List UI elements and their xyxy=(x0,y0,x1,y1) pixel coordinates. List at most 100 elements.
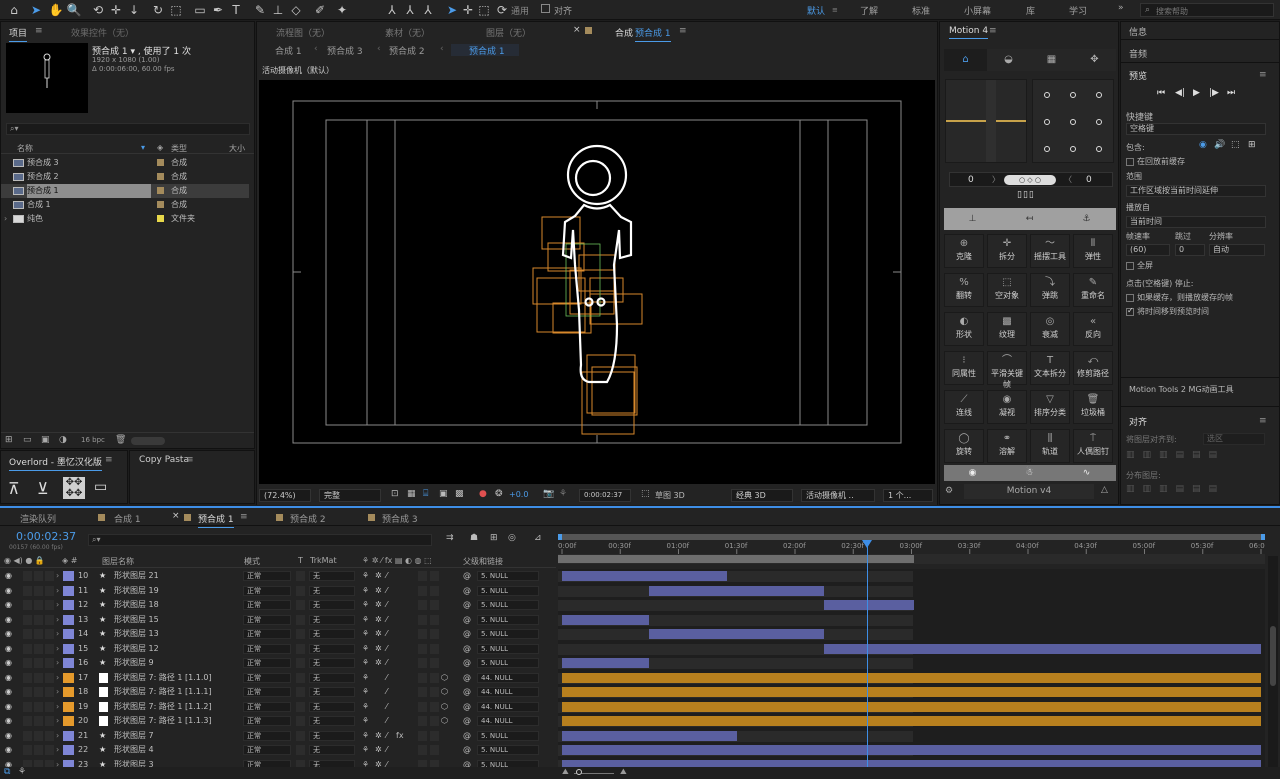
shy-switch-icon[interactable]: ⚘ xyxy=(362,642,369,656)
zoom-tool-icon[interactable]: 🔍 xyxy=(66,2,82,18)
layer-row[interactable]: ◉ › 19 形状图层 7: 路径 1 [1.1.2] 正常 无 ⚘ ⁄ ⬡ @44. NULL xyxy=(0,700,556,715)
comp-mini-flowchart-icon[interactable]: ⇉ xyxy=(446,533,454,543)
expand-arrow-icon[interactable]: › xyxy=(56,714,59,728)
pickwhip-icon[interactable]: @ xyxy=(463,714,471,728)
collapse-switch-icon[interactable]: ✲ xyxy=(375,627,382,641)
views-dropdown[interactable]: 1 个... xyxy=(883,489,933,502)
motion-blur-switch[interactable] xyxy=(418,745,427,755)
motion-blur-switch[interactable] xyxy=(418,658,427,668)
motion-blur-switch[interactable] xyxy=(418,571,427,581)
project-item[interactable]: 合成 1 合成 xyxy=(1,198,249,212)
zoom-out-icon[interactable]: ⛰ xyxy=(562,767,569,777)
tab-precomp-3[interactable]: 预合成 3 xyxy=(382,512,418,525)
layer-mode-dropdown[interactable]: 正常 xyxy=(243,672,291,683)
motion-tool-button[interactable]: ⍑ 人偶图钉 xyxy=(1073,429,1113,463)
layer-label-swatch[interactable] xyxy=(63,745,74,755)
layer-label-swatch[interactable] xyxy=(63,658,74,668)
collapse-switch-icon[interactable]: ✲ xyxy=(375,598,382,612)
next-frame-icon[interactable]: |▶ xyxy=(1209,88,1219,98)
preserve-transparency-toggle[interactable] xyxy=(296,658,305,668)
tab-render-queue[interactable]: 渲染队列 xyxy=(20,512,56,525)
curve-icon[interactable]: ∿ xyxy=(1058,465,1115,481)
layer-duration-bar[interactable] xyxy=(562,571,728,581)
layer-duration-bar[interactable] xyxy=(562,687,1261,697)
parent-dropdown[interactable]: 5. NULL xyxy=(477,643,539,654)
resolution-dropdown[interactable]: 完整 xyxy=(319,489,381,502)
playhead-handle[interactable] xyxy=(862,540,873,548)
trkmat-dropdown[interactable]: 无 xyxy=(309,629,355,639)
pickwhip-icon[interactable]: @ xyxy=(463,700,471,714)
motion-blur-switch[interactable] xyxy=(418,614,427,625)
adjustment-switch[interactable] xyxy=(430,687,439,697)
adjustment-switch[interactable] xyxy=(430,730,439,741)
trkmat-dropdown[interactable]: 无 xyxy=(309,600,355,610)
col-t[interactable]: T xyxy=(298,556,303,565)
roto-tool-icon[interactable]: ✐ xyxy=(312,2,328,18)
tab-project[interactable]: 项目 xyxy=(9,26,28,42)
visibility-eye-icon[interactable]: ◉ xyxy=(5,700,12,714)
adjustment-switch[interactable] xyxy=(430,600,439,610)
3d-layer-icon[interactable]: ⬡ xyxy=(441,714,448,728)
adjustment-switch[interactable] xyxy=(430,701,439,712)
motion-tool-button[interactable]: ◎ 衰减 xyxy=(1030,312,1070,346)
preserve-transparency-toggle[interactable] xyxy=(296,730,305,741)
align-buttons-row[interactable]: ▥▥▥▤▤▤ xyxy=(1126,450,1266,462)
skip-dropdown[interactable]: 0 xyxy=(1175,244,1205,256)
preserve-transparency-toggle[interactable] xyxy=(296,687,305,697)
visibility-eye-icon[interactable]: ◉ xyxy=(5,743,12,757)
motion-tool-button[interactable]: 🗑 垃圾桶 xyxy=(1073,390,1113,424)
parent-dropdown[interactable]: 44. NULL xyxy=(477,687,539,697)
eraser-tool-icon[interactable]: ◇ xyxy=(288,2,304,18)
breadcrumb-item[interactable]: 预合成 2 xyxy=(389,44,425,57)
pickwhip-icon[interactable]: @ xyxy=(463,584,471,598)
work-area-bar[interactable] xyxy=(558,554,1265,564)
audio-toggle[interactable] xyxy=(23,629,32,639)
trkmat-dropdown[interactable]: 无 xyxy=(309,614,355,625)
shy-switch-icon[interactable]: ⚘ xyxy=(362,743,369,757)
preserve-transparency-toggle[interactable] xyxy=(296,716,305,726)
ease-dots-icon[interactable]: ▯▯▯ xyxy=(1017,190,1035,200)
cache-option[interactable]: 在回放前缓存 xyxy=(1126,156,1185,167)
rectangle-tool-icon[interactable]: ▭ xyxy=(192,2,208,18)
quality-switch-icon[interactable]: ⁄ xyxy=(386,700,387,714)
workspace-standard[interactable]: 标准 xyxy=(912,4,930,17)
transparency-grid-icon[interactable]: ▩ xyxy=(455,489,464,499)
col-layer-name[interactable]: 图层名称 xyxy=(102,556,134,567)
motion-tool-button[interactable]: ◉ 凝视 xyxy=(987,390,1027,424)
screen-icon[interactable]: ▭ xyxy=(94,479,107,495)
search-help-box[interactable]: ⌕ 搜索帮助 xyxy=(1140,3,1274,17)
motion-blur-switch[interactable] xyxy=(418,687,427,697)
fx-switch-icon[interactable]: fx xyxy=(396,729,404,743)
ease-mode-toggle[interactable]: ○ ◇ ○ xyxy=(1004,175,1056,185)
motion-tool-button[interactable]: ⤵ 弹跳 xyxy=(1030,273,1070,307)
preserve-transparency-toggle[interactable] xyxy=(296,672,305,683)
region-of-interest-icon[interactable]: ▣ xyxy=(439,489,448,499)
workspace-learn[interactable]: 了解 xyxy=(860,4,878,17)
adjustment-switch[interactable] xyxy=(430,658,439,668)
visibility-eye-icon[interactable]: ◉ xyxy=(5,656,12,670)
work-area-range[interactable] xyxy=(558,555,914,563)
align-menu-icon[interactable]: ≡ xyxy=(1259,416,1267,426)
layer-row[interactable]: ◉ › 22 ★ 形状图层 4 正常 无 ⚘ ✲ ⁄ @5. NULL xyxy=(0,743,556,758)
layer-mode-dropdown[interactable]: 正常 xyxy=(243,687,291,697)
lock-toggle[interactable] xyxy=(45,571,54,581)
expand-arrow-icon[interactable]: › xyxy=(56,729,59,743)
new-folder-icon[interactable]: ▭ xyxy=(23,435,32,445)
motion4-curve-preview[interactable] xyxy=(945,79,1027,163)
parent-dropdown[interactable]: 5. NULL xyxy=(477,614,539,625)
fast-previews-icon[interactable]: ⊡ xyxy=(391,489,399,499)
layer-mode-dropdown[interactable]: 正常 xyxy=(243,600,291,610)
solo-toggle[interactable] xyxy=(34,730,43,741)
solo-toggle[interactable] xyxy=(34,716,43,726)
type-tool-icon[interactable]: T xyxy=(228,2,244,18)
label-swatch[interactable] xyxy=(157,187,164,194)
pickwhip-icon[interactable]: @ xyxy=(463,743,471,757)
adjustment-switch[interactable] xyxy=(430,745,439,755)
project-item[interactable]: 预合成 2 合成 xyxy=(1,170,249,184)
layer-mode-dropdown[interactable]: 正常 xyxy=(243,629,291,639)
parent-dropdown[interactable]: 5. NULL xyxy=(477,658,539,668)
motion-tool-button[interactable]: ⫼ 轨道 xyxy=(1030,429,1070,463)
layer-row[interactable]: ◉ › 10 ★ 形状图层 21 正常 无 ⚘ ✲ ⁄ @5. NULL xyxy=(0,569,556,584)
tab-overlord[interactable]: Overlord - 墨忆汉化版 xyxy=(9,455,102,471)
ease-out-value[interactable]: 0 xyxy=(1086,175,1092,185)
